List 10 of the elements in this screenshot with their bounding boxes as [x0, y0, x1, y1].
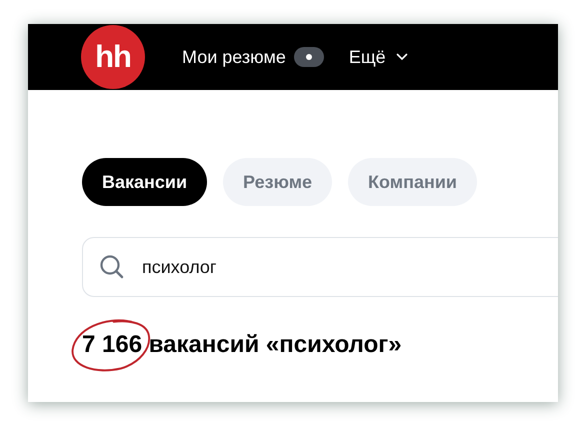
chevron-down-icon — [396, 53, 408, 61]
tab[interactable]: Резюме — [223, 158, 332, 206]
dot-badge-icon — [294, 47, 324, 67]
nav-link[interactable]: Мои резюме — [182, 46, 286, 68]
tab[interactable]: Компании — [348, 158, 477, 206]
search-field[interactable]: психолог — [82, 237, 558, 297]
logo[interactable]: hh — [81, 25, 145, 89]
results-heading: 7 166 вакансий «психолог» — [82, 331, 403, 359]
nav-link[interactable]: Ещё — [348, 46, 386, 68]
tab[interactable]: Вакансии — [82, 158, 208, 206]
